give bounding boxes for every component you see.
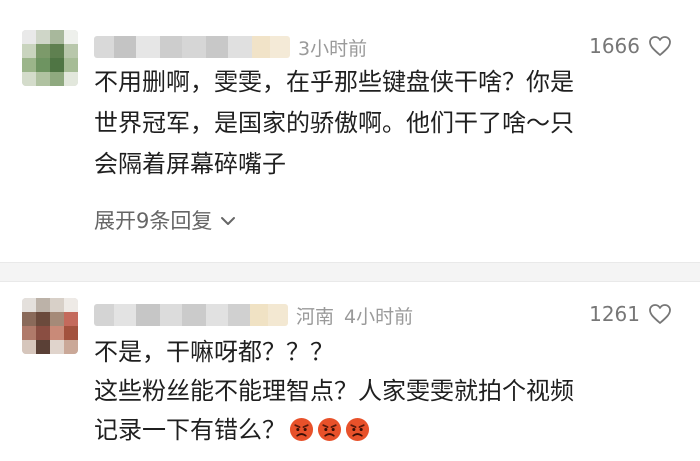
comment-time: 3小时前 [298,38,368,60]
expand-replies-button[interactable]: 展开9条回复 [94,205,236,235]
comment-text-line: 世界冠军，是国家的骄傲啊。他们干了啥～只 [94,109,574,137]
comment-divider [0,262,700,282]
comment-text-line: 会隔着屏幕碎嘴子 [94,150,286,178]
avatar[interactable] [22,298,78,354]
username-blurred[interactable] [94,304,288,326]
angry-face-icon [289,417,314,442]
like-button[interactable]: 1666 [589,34,672,58]
comment-location: 河南 [296,306,335,328]
angry-face-icon [317,417,342,442]
angry-face-icon [345,417,370,442]
expand-replies-label: 展开9条回复 [94,209,213,233]
like-count: 1666 [589,34,640,58]
comment-text-line: 这些粉丝能不能理智点？人家雯雯就拍个视频 [94,377,574,405]
comment-text-segment: 记录一下有错么？ [94,416,286,444]
comment-list: 3小时前 1666 不用删啊，雯雯，在乎那些键盘侠干啥？你是 世界冠军，是国家的… [0,0,700,461]
comment-text-line-with-emoji: 记录一下有错么？ [94,415,370,445]
avatar[interactable] [22,30,78,86]
username-blurred[interactable] [94,36,290,58]
chevron-down-icon [220,208,236,232]
like-count: 1261 [589,302,640,326]
comment-time: 4小时前 [344,306,414,328]
heart-outline-icon [648,35,672,57]
comment-text-line: 不用删啊，雯雯，在乎那些键盘侠干啥？你是 [94,68,574,96]
like-button[interactable]: 1261 [589,302,672,326]
comment-text-line: 不是，干嘛呀都？？？ [94,338,334,366]
heart-outline-icon [648,303,672,325]
